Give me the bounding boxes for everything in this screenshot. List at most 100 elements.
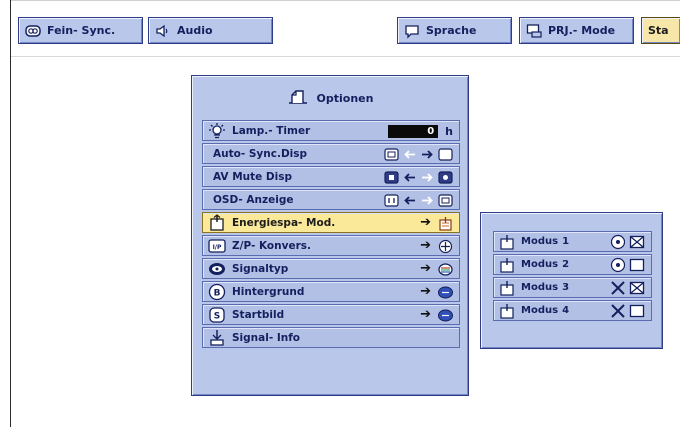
lamp-timer-value: 0 h	[388, 122, 453, 140]
mode-indicators	[610, 233, 645, 251]
submenu-indicator: ➔	[420, 260, 453, 278]
window-top-border	[10, 0, 680, 1]
fan-off-icon	[611, 304, 625, 318]
signal-info-icon	[208, 329, 226, 347]
power-save-icon	[499, 234, 515, 250]
submenu-item-modus-3[interactable]: Modus 3	[493, 277, 652, 298]
power-save-mode-icon	[438, 216, 453, 231]
osd-on-icon	[384, 193, 399, 208]
projector-mode-icon	[526, 23, 542, 39]
svg-text:S: S	[214, 311, 220, 321]
options-icon	[287, 88, 309, 109]
menu-item-signaltyp[interactable]: Signaltyp ➔	[202, 258, 460, 279]
tab-sprache[interactable]: Sprache	[397, 17, 512, 44]
arrow-left-icon	[402, 147, 417, 162]
submenu-item-label: Modus	[521, 282, 559, 293]
fan-on-icon	[610, 257, 626, 273]
toggle-indicator	[384, 168, 453, 186]
submenu-list: Modus 1 Modus 2 Modus 3 Modus 4	[493, 231, 652, 323]
sync-on-icon	[384, 147, 399, 162]
menu-item-hintergrund[interactable]: B Hintergrund ➔	[202, 281, 460, 302]
speaker-icon	[155, 23, 171, 39]
submenu-item-label: Modus	[521, 259, 559, 270]
submenu-item-modus-1[interactable]: Modus 1	[493, 231, 652, 252]
menu-header: Optionen	[192, 86, 468, 110]
submenu-arrow-icon: ➔	[420, 238, 431, 253]
tab-bar: Fein- Sync. Audio Sprache PRJ.- Mode Sta	[11, 2, 680, 56]
toggle-indicator	[384, 191, 453, 209]
submenu-item-modus-4[interactable]: Modus 4	[493, 300, 652, 321]
mode-indicators	[610, 279, 645, 297]
background-mode-icon	[438, 285, 453, 300]
fine-sync-icon	[25, 23, 41, 39]
submenu-indicator: ➔	[420, 214, 453, 232]
signal-mode-icon	[438, 262, 453, 277]
arrow-left-icon	[402, 193, 417, 208]
mute-off-icon	[438, 170, 453, 185]
menu-title: Optionen	[316, 91, 374, 105]
options-menu: Optionen Lamp.- Timer 0 h Auto- Sync.Dis…	[191, 75, 469, 396]
tab-status[interactable]: Sta	[641, 17, 680, 44]
submenu-item-number: 2	[562, 259, 570, 270]
background-icon: B	[208, 283, 226, 301]
svg-text:I/P: I/P	[213, 244, 222, 251]
startup-image-icon: S	[208, 306, 226, 324]
screen-off-icon	[629, 281, 645, 295]
menu-item-label: Signal- Info	[232, 331, 301, 344]
arrow-left-icon	[402, 170, 417, 185]
submenu-arrow-icon: ➔	[420, 215, 431, 230]
mode-indicators	[610, 256, 645, 274]
power-save-icon	[499, 303, 515, 319]
tab-label: PRJ.- Mode	[548, 24, 616, 37]
lamp-icon	[208, 122, 226, 140]
window-left-border	[10, 0, 11, 427]
lamp-hours-unit: h	[445, 124, 453, 138]
mute-on-icon	[384, 170, 399, 185]
submenu-indicator: ➔	[420, 237, 453, 255]
menu-item-energiespar-mod[interactable]: Energiespa- Mod. ➔	[202, 212, 460, 233]
tab-fein-sync[interactable]: Fein- Sync.	[18, 17, 143, 44]
arrow-right-icon	[420, 170, 435, 185]
speech-bubble-icon	[404, 23, 420, 39]
submenu-item-number: 1	[562, 236, 570, 247]
menu-item-osd-anzeige[interactable]: OSD- Anzeige	[202, 189, 460, 210]
submenu-item-modus-2[interactable]: Modus 2	[493, 254, 652, 275]
tab-audio[interactable]: Audio	[148, 17, 273, 44]
submenu-arrow-icon: ➔	[420, 261, 431, 276]
power-save-icon	[499, 280, 515, 296]
menu-item-lamp-timer[interactable]: Lamp.- Timer 0 h	[202, 120, 460, 141]
tab-divider	[11, 56, 680, 57]
startup-mode-icon	[438, 308, 453, 323]
fan-on-icon	[610, 234, 626, 250]
power-save-icon	[499, 257, 515, 273]
svg-text:B: B	[214, 288, 221, 298]
submenu-item-number: 3	[562, 282, 570, 293]
menu-item-startbild[interactable]: S Startbild ➔	[202, 304, 460, 325]
sync-off-icon	[438, 147, 453, 162]
menu-item-auto-sync-disp[interactable]: Auto- Sync.Disp	[202, 143, 460, 164]
menu-list: Lamp.- Timer 0 h Auto- Sync.Disp AV Mute…	[202, 120, 460, 350]
submenu-indicator: ➔	[420, 306, 453, 324]
arrow-right-icon	[420, 147, 435, 162]
lamp-hours-readout: 0	[388, 124, 439, 138]
signal-type-icon	[208, 260, 226, 278]
power-save-icon	[208, 213, 226, 232]
screen-on-icon	[629, 258, 645, 272]
tab-prj-mode[interactable]: PRJ.- Mode	[519, 17, 634, 44]
fan-off-icon	[611, 281, 625, 295]
submenu-arrow-icon: ➔	[420, 307, 431, 322]
zp-icon: I/P	[208, 237, 226, 255]
submenu-item-number: 4	[562, 305, 570, 316]
screen-on-icon	[629, 304, 645, 318]
menu-item-zp-konvers[interactable]: I/P Z/P- Konvers. ➔	[202, 235, 460, 256]
menu-item-av-mute-disp[interactable]: AV Mute Disp	[202, 166, 460, 187]
tab-label: Fein- Sync.	[47, 24, 116, 37]
toggle-indicator	[384, 145, 453, 163]
submenu-item-label: Modus	[521, 305, 559, 316]
menu-item-signal-info[interactable]: Signal- Info	[202, 327, 460, 348]
submenu-item-label: Modus	[521, 236, 559, 247]
power-save-submenu: Modus 1 Modus 2 Modus 3 Modus 4	[480, 212, 663, 349]
tab-label: Audio	[177, 24, 213, 37]
submenu-arrow-icon: ➔	[420, 284, 431, 299]
tab-label: Sprache	[426, 24, 477, 37]
